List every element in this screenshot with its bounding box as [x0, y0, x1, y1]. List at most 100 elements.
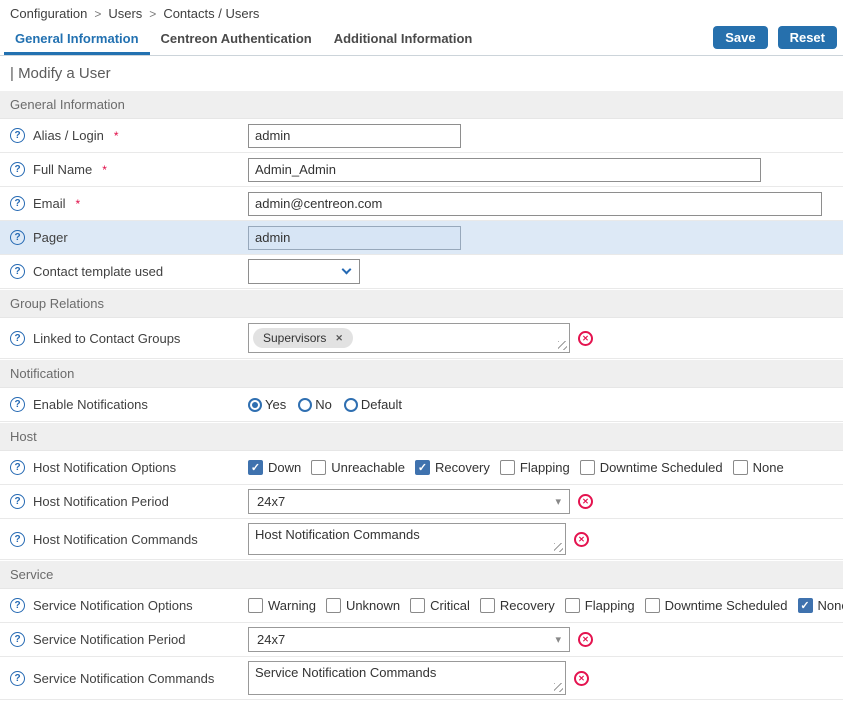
email-input[interactable] — [248, 192, 822, 216]
service-period-select[interactable]: 24x7 ▾ — [248, 627, 570, 652]
alias-login-input[interactable] — [248, 124, 461, 148]
checkbox-option-recovery[interactable]: Recovery — [480, 598, 555, 613]
checkbox-option-critical[interactable]: Critical — [410, 598, 470, 613]
field-cell: Down Unreachable Recovery Flapping Downt… — [248, 456, 843, 479]
tab-actions: Save Reset — [713, 25, 843, 55]
help-icon[interactable]: ? — [10, 331, 25, 346]
field-cell — [248, 120, 843, 152]
full-name-input[interactable] — [248, 158, 761, 182]
checkbox-option-flapping[interactable]: Flapping — [500, 460, 570, 475]
row-host-notification-options: ? Host Notification Options Down Unreach… — [0, 451, 843, 485]
host-commands-value: Host Notification Commands — [255, 527, 420, 542]
resize-handle[interactable] — [558, 341, 567, 350]
field-cell: Warning Unknown Critical Recovery Flappi… — [248, 594, 843, 617]
save-button[interactable]: Save — [713, 26, 767, 49]
radio-option-default[interactable]: Default — [344, 397, 402, 412]
remove-icon[interactable]: ✕ — [578, 632, 593, 647]
checkbox-option-none[interactable]: None — [733, 460, 784, 475]
reset-button[interactable]: Reset — [778, 26, 837, 49]
field-cell: Host Notification Commands ✕ — [248, 519, 843, 559]
field-cell: 24x7 ▾ ✕ — [248, 623, 843, 656]
breadcrumb-item-contacts-users[interactable]: Contacts / Users — [163, 6, 259, 21]
remove-icon[interactable]: ✕ — [574, 532, 589, 547]
service-options-checkbox-group: Warning Unknown Critical Recovery Flappi… — [248, 598, 843, 613]
checkbox-label: Recovery — [435, 460, 490, 475]
contact-groups-multiselect[interactable]: Supervisors ✕ — [248, 323, 570, 353]
breadcrumb-item-configuration[interactable]: Configuration — [10, 6, 87, 21]
checkbox-icon — [410, 598, 425, 613]
radio-icon — [298, 398, 312, 412]
radio-icon — [344, 398, 358, 412]
checkbox-icon — [580, 460, 595, 475]
help-icon[interactable]: ? — [10, 264, 25, 279]
help-icon[interactable]: ? — [10, 128, 25, 143]
help-icon[interactable]: ? — [10, 671, 25, 686]
help-icon[interactable]: ? — [10, 532, 25, 547]
contact-template-select[interactable] — [248, 259, 360, 284]
required-asterisk: * — [102, 163, 107, 177]
checkbox-option-flapping[interactable]: Flapping — [565, 598, 635, 613]
host-period-value: 24x7 — [257, 494, 285, 509]
help-icon[interactable]: ? — [10, 230, 25, 245]
checkbox-option-recovery[interactable]: Recovery — [415, 460, 490, 475]
tab-general-information[interactable]: General Information — [4, 25, 150, 55]
checkbox-label: Unreachable — [331, 460, 405, 475]
checkbox-icon — [798, 598, 813, 613]
remove-icon[interactable]: ✕ — [578, 494, 593, 509]
checkbox-label: Downtime Scheduled — [600, 460, 723, 475]
checkbox-icon — [565, 598, 580, 613]
help-icon[interactable]: ? — [10, 162, 25, 177]
dropdown-arrow-icon: ▾ — [555, 495, 561, 508]
breadcrumb-item-users[interactable]: Users — [108, 6, 142, 21]
checkbox-label: None — [818, 598, 843, 613]
breadcrumb-separator: > — [149, 7, 156, 21]
checkbox-option-downtime-scheduled[interactable]: Downtime Scheduled — [645, 598, 788, 613]
host-commands-textarea[interactable]: Host Notification Commands — [248, 523, 566, 555]
required-asterisk: * — [114, 129, 119, 143]
tab-centreon-authentication[interactable]: Centreon Authentication — [150, 25, 323, 55]
service-commands-textarea[interactable]: Service Notification Commands — [248, 661, 566, 695]
tab-additional-information[interactable]: Additional Information — [323, 25, 484, 55]
page-title: | Modify a User — [0, 56, 843, 90]
checkbox-label: Flapping — [585, 598, 635, 613]
full-name-label: Full Name — [33, 162, 92, 177]
row-alias-login: ? Alias / Login * — [0, 119, 843, 153]
help-icon[interactable]: ? — [10, 598, 25, 613]
checkbox-option-downtime-scheduled[interactable]: Downtime Scheduled — [580, 460, 723, 475]
radio-icon — [248, 398, 262, 412]
checkbox-option-warning[interactable]: Warning — [248, 598, 316, 613]
row-service-notification-commands: ? Service Notification Commands Service … — [0, 657, 843, 700]
resize-handle[interactable] — [554, 543, 563, 552]
service-period-value: 24x7 — [257, 632, 285, 647]
radio-option-no[interactable]: No — [298, 397, 332, 412]
checkbox-option-unreachable[interactable]: Unreachable — [311, 460, 405, 475]
checkbox-label: Flapping — [520, 460, 570, 475]
help-icon[interactable]: ? — [10, 196, 25, 211]
radio-option-yes[interactable]: Yes — [248, 397, 286, 412]
checkbox-option-unknown[interactable]: Unknown — [326, 598, 400, 613]
remove-icon[interactable]: ✕ — [578, 331, 593, 346]
row-enable-notifications: ? Enable Notifications Yes No Default — [0, 388, 843, 422]
checkbox-icon — [248, 460, 263, 475]
checkbox-icon — [248, 598, 263, 613]
field-cell: Yes No Default — [248, 393, 843, 416]
help-icon[interactable]: ? — [10, 460, 25, 475]
pager-input[interactable] — [248, 226, 461, 250]
host-period-select[interactable]: 24x7 ▾ — [248, 489, 570, 514]
checkbox-label: Warning — [268, 598, 316, 613]
remove-icon[interactable]: ✕ — [574, 671, 589, 686]
host-options-label: Host Notification Options — [33, 460, 176, 475]
label-cell: ? Service Notification Commands — [0, 671, 248, 686]
help-icon[interactable]: ? — [10, 632, 25, 647]
checkbox-option-down[interactable]: Down — [248, 460, 301, 475]
chip-close-icon[interactable]: ✕ — [335, 333, 343, 344]
section-host: Host — [0, 423, 843, 451]
checkbox-option-none[interactable]: None — [798, 598, 843, 613]
label-cell: ? Linked to Contact Groups — [0, 331, 248, 346]
checkbox-icon — [500, 460, 515, 475]
service-period-label: Service Notification Period — [33, 632, 185, 647]
help-icon[interactable]: ? — [10, 397, 25, 412]
help-icon[interactable]: ? — [10, 494, 25, 509]
resize-handle[interactable] — [554, 683, 563, 692]
alias-login-label: Alias / Login — [33, 128, 104, 143]
